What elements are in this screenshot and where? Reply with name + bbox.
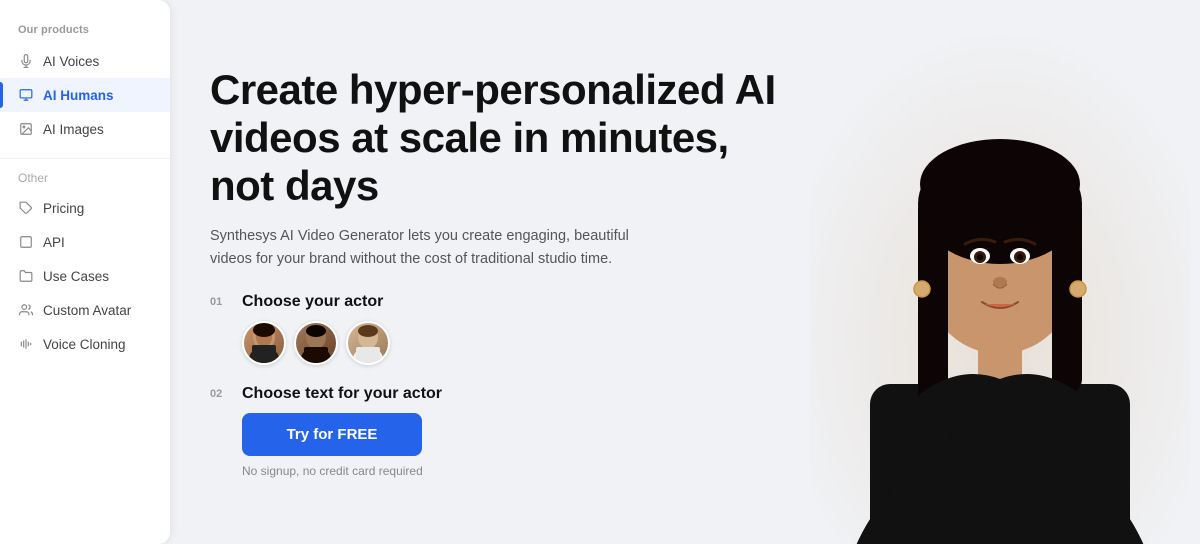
sidebar-item-ai-images[interactable]: AI Images bbox=[0, 112, 170, 146]
step-2-header: 02 Choose text for your actor bbox=[210, 385, 790, 403]
step-2-title: Choose text for your actor bbox=[242, 385, 442, 403]
sidebar-item-ai-humans[interactable]: AI Humans bbox=[0, 78, 170, 112]
voice-cloning-icon bbox=[18, 336, 34, 352]
api-icon bbox=[18, 234, 34, 250]
microphone-icon bbox=[18, 53, 34, 69]
ai-humans-icon bbox=[18, 87, 34, 103]
actor-avatar-2[interactable] bbox=[294, 321, 338, 365]
use-cases-label: Use Cases bbox=[43, 269, 109, 284]
step-1-title: Choose your actor bbox=[242, 293, 383, 311]
ai-humans-label: AI Humans bbox=[43, 88, 114, 103]
sidebar-item-api[interactable]: API bbox=[0, 225, 170, 259]
step-2-number: 02 bbox=[210, 388, 230, 400]
actor-2-face bbox=[296, 321, 336, 365]
actor-avatar-3[interactable] bbox=[346, 321, 390, 365]
step-1-header: 01 Choose your actor bbox=[210, 293, 790, 311]
hero-subtext: Synthesys AI Video Generator lets you cr… bbox=[210, 225, 670, 271]
hero-content: Create hyper-personalized AI videos at s… bbox=[210, 28, 790, 516]
ai-images-label: AI Images bbox=[43, 122, 104, 137]
cta-section: Try for FREE No signup, no credit card r… bbox=[242, 413, 790, 478]
sidebar-item-pricing[interactable]: Pricing bbox=[0, 191, 170, 225]
steps-container: 01 Choose your actor bbox=[210, 293, 790, 478]
products-section-label: Our products bbox=[0, 24, 170, 44]
ai-voices-label: AI Voices bbox=[43, 54, 99, 69]
person-image-area bbox=[800, 0, 1200, 544]
person-illustration bbox=[810, 24, 1190, 544]
actor-1-face bbox=[244, 321, 284, 365]
use-cases-icon bbox=[18, 268, 34, 284]
other-section-label: Other bbox=[0, 171, 170, 191]
main-content: Create hyper-personalized AI videos at s… bbox=[170, 0, 1200, 544]
actor-avatar-1[interactable] bbox=[242, 321, 286, 365]
pricing-label: Pricing bbox=[43, 201, 84, 216]
step-2: 02 Choose text for your actor Try for FR… bbox=[210, 385, 790, 478]
step-1: 01 Choose your actor bbox=[210, 293, 790, 365]
sidebar-item-use-cases[interactable]: Use Cases bbox=[0, 259, 170, 293]
sidebar-item-voice-cloning[interactable]: Voice Cloning bbox=[0, 327, 170, 361]
custom-avatar-icon bbox=[18, 302, 34, 318]
actor-3-face bbox=[348, 321, 388, 365]
sidebar: Our products AI Voices AI Humans AI Imag… bbox=[0, 0, 170, 544]
voice-cloning-label: Voice Cloning bbox=[43, 337, 126, 352]
api-label: API bbox=[43, 235, 65, 250]
sidebar-item-ai-voices[interactable]: AI Voices bbox=[0, 44, 170, 78]
try-free-button[interactable]: Try for FREE bbox=[242, 413, 422, 456]
sidebar-divider bbox=[0, 158, 170, 159]
actor-avatars bbox=[242, 321, 790, 365]
custom-avatar-label: Custom Avatar bbox=[43, 303, 131, 318]
page-headline: Create hyper-personalized AI videos at s… bbox=[210, 66, 790, 211]
pricing-icon bbox=[18, 200, 34, 216]
sidebar-item-custom-avatar[interactable]: Custom Avatar bbox=[0, 293, 170, 327]
no-signup-text: No signup, no credit card required bbox=[242, 464, 790, 478]
step-1-number: 01 bbox=[210, 296, 230, 308]
ai-images-icon bbox=[18, 121, 34, 137]
